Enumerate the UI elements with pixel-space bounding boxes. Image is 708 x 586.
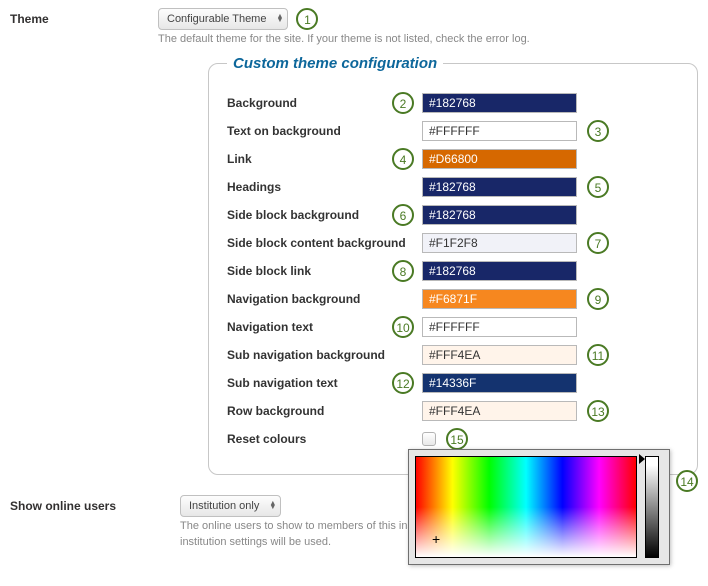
color-input[interactable]: #FFFFFF: [422, 317, 577, 337]
theme-help-text: The default theme for the site. If your …: [158, 32, 698, 47]
color-input[interactable]: #182768: [422, 93, 577, 113]
theme-select[interactable]: Configurable Theme ▲▼: [158, 8, 288, 30]
annotation-marker: 13: [587, 400, 609, 422]
annotation-marker: 7: [587, 232, 609, 254]
annotation-marker: 3: [587, 120, 609, 142]
color-input[interactable]: #FFF4EA: [422, 345, 577, 365]
color-picker-popup[interactable]: +: [408, 449, 670, 565]
annotation-marker: 6: [392, 204, 414, 226]
color-picker-spectrum[interactable]: +: [415, 456, 637, 558]
color-input[interactable]: #F1F2F8: [422, 233, 577, 253]
reset-colours-label: Reset colours: [227, 432, 422, 446]
color-input[interactable]: #FFFFFF: [422, 121, 577, 141]
color-input[interactable]: #182768: [422, 261, 577, 281]
color-input[interactable]: #14336F: [422, 373, 577, 393]
annotation-marker-1: 1: [296, 8, 318, 30]
annotation-marker: 8: [392, 260, 414, 282]
color-input[interactable]: #D66800: [422, 149, 577, 169]
color-input[interactable]: #182768: [422, 177, 577, 197]
annotation-marker: 11: [587, 344, 609, 366]
online-users-select-value: Institution only: [189, 500, 259, 512]
color-field-label: Row background: [227, 404, 422, 418]
annotation-marker-14: 14: [676, 470, 698, 492]
color-field-label: Sub navigation background: [227, 348, 422, 362]
fieldset-legend: Custom theme configuration: [227, 55, 443, 72]
annotation-marker: 12: [392, 372, 414, 394]
color-input[interactable]: #F6871F: [422, 289, 577, 309]
annotation-marker: 5: [587, 176, 609, 198]
online-users-select[interactable]: Institution only ▲▼: [180, 495, 281, 517]
color-field-label: Headings: [227, 180, 422, 194]
color-field-label: Side block content background: [227, 236, 422, 250]
custom-theme-fieldset: Custom theme configuration Background2#1…: [208, 55, 698, 475]
reset-colours-checkbox[interactable]: [422, 432, 436, 446]
theme-select-value: Configurable Theme: [167, 13, 266, 25]
color-input[interactable]: #182768: [422, 205, 577, 225]
color-field-label: Text on background: [227, 124, 422, 138]
dropdown-updown-icon: ▲▼: [276, 15, 283, 23]
color-field-label: Navigation background: [227, 292, 422, 306]
crosshair-icon: +: [432, 531, 440, 547]
dropdown-updown-icon: ▲▼: [269, 502, 276, 510]
online-users-label: Show online users: [10, 495, 180, 513]
annotation-marker-15: 15: [446, 428, 468, 450]
annotation-marker: 9: [587, 288, 609, 310]
color-picker-value-slider[interactable]: [645, 456, 659, 558]
theme-label: Theme: [10, 8, 158, 26]
annotation-marker: 10: [392, 316, 414, 338]
color-input[interactable]: #FFF4EA: [422, 401, 577, 421]
annotation-marker: 2: [392, 92, 414, 114]
annotation-marker: 4: [392, 148, 414, 170]
value-slider-handle-icon[interactable]: [639, 454, 645, 464]
